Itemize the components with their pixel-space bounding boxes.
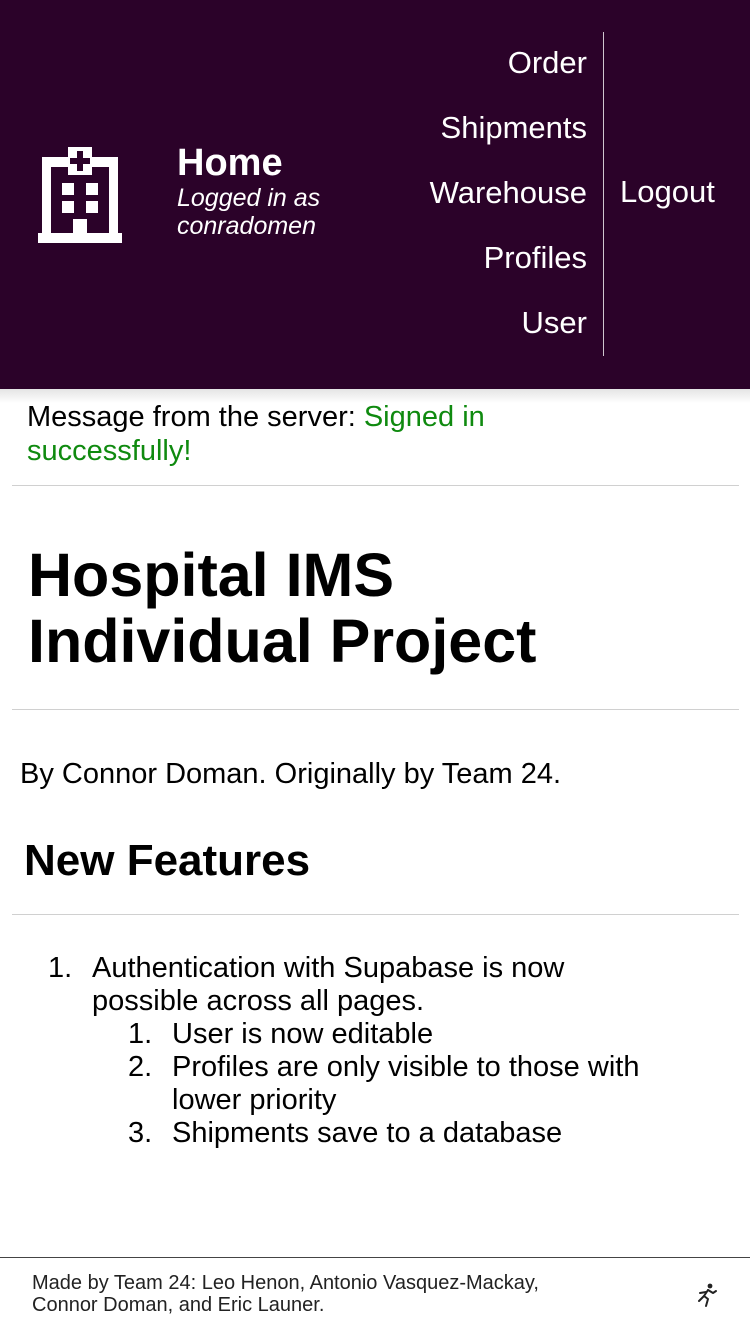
- server-message-status-line1: Signed in: [363, 401, 485, 433]
- running-person-icon[interactable]: [694, 1282, 720, 1308]
- server-message-status-line2: successfully!: [27, 435, 192, 467]
- divider: [12, 485, 739, 486]
- list-item-text-line1: Profiles are only visible to those with: [172, 1051, 640, 1083]
- nav-user[interactable]: User: [430, 290, 587, 355]
- list-item: 3. Shipments save to a database: [128, 1117, 708, 1150]
- logged-in-label: Logged in as: [177, 184, 321, 212]
- logged-in-status: Logged in as conradomen: [177, 184, 320, 240]
- home-title[interactable]: Home: [177, 142, 283, 184]
- main-nav: Order Shipments Warehouse Profiles User: [430, 30, 587, 355]
- list-item-number: 1.: [128, 1018, 153, 1050]
- list-item-text: Shipments save to a database: [172, 1117, 563, 1149]
- footer-divider: [0, 1257, 750, 1258]
- nav-divider: [603, 32, 604, 356]
- footer-credits-line2: Connor Doman, and Eric Launer.: [32, 1294, 325, 1316]
- nav-warehouse[interactable]: Warehouse: [430, 160, 587, 225]
- list-item: 2. Profiles are only visible to those wi…: [128, 1051, 708, 1117]
- byline: By Connor Doman. Originally by Team 24.: [20, 758, 562, 790]
- nav-profiles[interactable]: Profiles: [430, 225, 587, 290]
- list-item-number: 1.: [48, 952, 73, 984]
- list-item-number: 2.: [128, 1051, 153, 1083]
- features-list: 1. Authentication with Supabase is now p…: [48, 952, 708, 1150]
- page-title-line1: Hospital IMS: [28, 541, 395, 609]
- list-item-text-line2: possible across all pages.: [92, 985, 425, 1017]
- page-title-line2: Individual Project: [28, 607, 537, 675]
- list-item-text-line2: lower priority: [172, 1084, 337, 1116]
- list-item: 1. User is now editable: [128, 1018, 708, 1051]
- app-header: Home Logged in as conradomen Order Shipm…: [0, 0, 750, 389]
- nav-shipments[interactable]: Shipments: [430, 95, 587, 160]
- list-item-text: User is now editable: [172, 1018, 434, 1050]
- server-message-label: Message from the server:: [27, 401, 364, 433]
- logged-in-username: conradomen: [177, 212, 316, 240]
- list-item-text-line1: Authentication with Supabase is now: [92, 952, 565, 984]
- server-message: Message from the server: Signed in succes…: [27, 400, 727, 468]
- hospital-building-icon[interactable]: [38, 147, 122, 243]
- logout-link[interactable]: Logout: [620, 170, 715, 214]
- page-title: Hospital IMS Individual Project: [28, 542, 536, 674]
- section-title: New Features: [24, 836, 311, 885]
- list-item: 1. Authentication with Supabase is now p…: [48, 952, 708, 1150]
- footer-credits: Made by Team 24: Leo Henon, Antonio Vasq…: [32, 1272, 622, 1316]
- nav-order[interactable]: Order: [430, 30, 587, 95]
- divider: [12, 709, 739, 710]
- sub-features-list: 1. User is now editable 2. Profiles are …: [128, 1018, 708, 1150]
- divider: [12, 914, 739, 915]
- list-item-number: 3.: [128, 1117, 153, 1149]
- footer-credits-line1: Made by Team 24: Leo Henon, Antonio Vasq…: [32, 1272, 539, 1294]
